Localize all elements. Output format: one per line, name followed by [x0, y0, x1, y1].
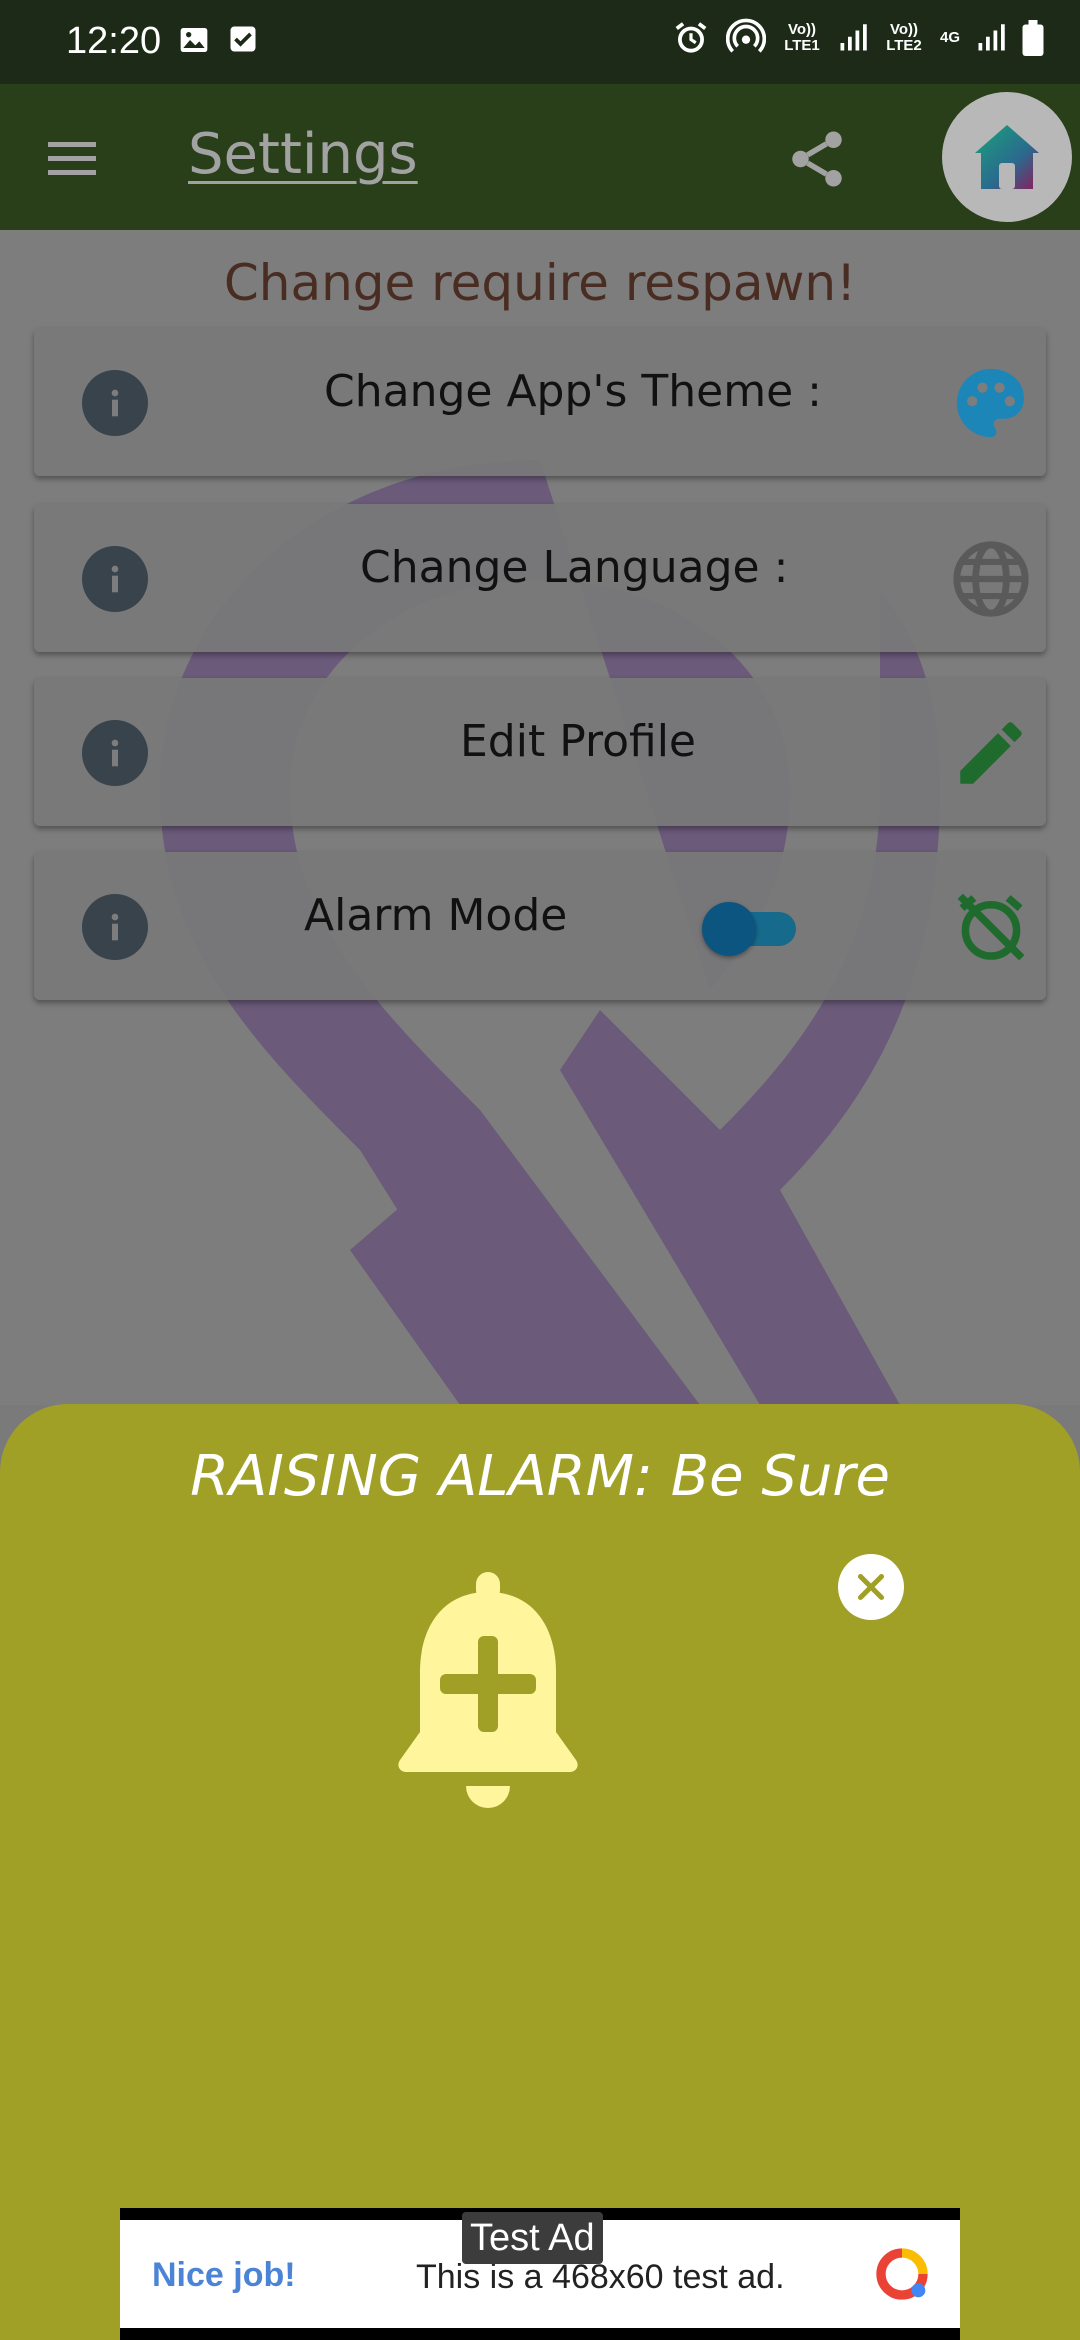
info-button[interactable]	[82, 546, 148, 612]
setting-theme-row[interactable]: Change App's Theme :	[34, 328, 1046, 476]
info-button[interactable]	[82, 894, 148, 960]
hotspot-icon	[725, 18, 766, 53]
info-icon	[111, 389, 119, 417]
info-icon	[111, 913, 119, 941]
signal-2-icon	[978, 24, 1005, 51]
page-title: Settings	[188, 122, 418, 187]
alarm-status-icon	[675, 22, 707, 53]
status-time: 12:20	[66, 20, 162, 62]
close-button[interactable]	[838, 1554, 904, 1620]
signal-1-icon	[840, 24, 867, 51]
alarm-mode-toggle[interactable]	[702, 894, 802, 956]
setting-language-row[interactable]: Change Language :	[34, 504, 1046, 652]
info-button[interactable]	[82, 370, 148, 436]
info-icon	[111, 565, 119, 593]
sim1-label: Vo)) LTE1	[784, 21, 820, 54]
setting-alarm-row[interactable]: Alarm Mode	[34, 852, 1046, 1000]
setting-label: Change App's Theme :	[324, 366, 822, 417]
home-button[interactable]	[942, 92, 1072, 222]
share-icon	[792, 131, 842, 187]
globe-icon[interactable]	[950, 538, 1032, 620]
network-type: 4G	[939, 29, 960, 46]
app-bar: Settings	[0, 84, 1080, 230]
battery-icon	[1022, 20, 1044, 56]
test-ad-badge: Test Ad	[462, 2212, 603, 2264]
hamburger-icon	[48, 142, 96, 175]
ad-headline: Nice job!	[152, 2256, 296, 2294]
image-notification-icon	[180, 28, 208, 52]
info-icon	[111, 739, 119, 767]
menu-button[interactable]	[44, 136, 104, 180]
respawn-notice: Change require respawn!	[223, 254, 857, 312]
raising-alarm-sheet: RAISING ALARM: Be Sure	[0, 1404, 1080, 2340]
setting-label: Alarm Mode	[304, 890, 568, 941]
check-notification-icon	[230, 26, 256, 52]
setting-label: Change Language :	[360, 542, 789, 593]
settings-content: Change require respawn! Change App's The…	[0, 230, 1080, 1405]
palette-icon[interactable]	[950, 362, 1032, 444]
sheet-title: RAISING ALARM: Be Sure	[190, 1444, 890, 1509]
toggle-thumb	[702, 902, 756, 956]
info-button[interactable]	[82, 720, 148, 786]
close-icon	[857, 1573, 885, 1601]
pencil-icon[interactable]	[950, 712, 1032, 794]
notification-icons	[178, 24, 258, 56]
status-bar: 12:20 Vo)) LTE1 Vo)) LTE2 4G	[0, 0, 1080, 84]
setting-profile-row[interactable]: Edit Profile	[34, 678, 1046, 826]
home-icon	[975, 125, 1039, 189]
add-alarm-bell-button[interactable]	[392, 1572, 584, 1816]
sim2-label: Vo)) LTE2	[886, 21, 922, 54]
status-right-icons: Vo)) LTE1 Vo)) LTE2 4G	[672, 18, 1044, 58]
alarm-off-icon[interactable]	[950, 886, 1032, 968]
share-button[interactable]	[784, 126, 850, 192]
ad-logo-icon	[876, 2248, 928, 2300]
setting-label: Edit Profile	[460, 716, 697, 767]
